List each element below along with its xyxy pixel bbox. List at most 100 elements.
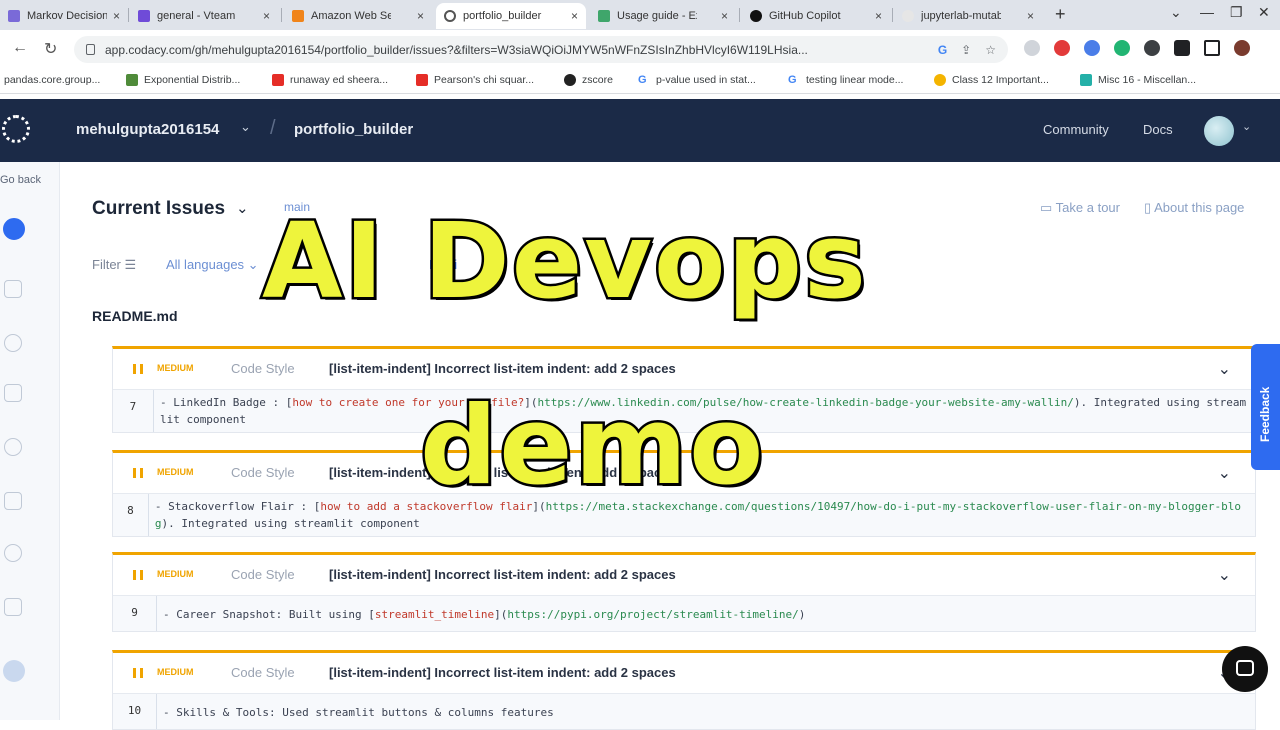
reload-icon[interactable]: ↻ — [44, 39, 57, 59]
bookmark-item[interactable]: Gtesting linear mode... — [788, 74, 903, 86]
bookmark-item[interactable]: Pearson's chi squar... — [416, 74, 534, 86]
breadcrumb-separator: / — [270, 117, 276, 139]
browser-tab[interactable]: general - Vteam × — [130, 3, 278, 29]
google-icon[interactable]: G — [938, 43, 947, 57]
chevron-down-icon[interactable]: ⌄ — [1218, 565, 1231, 585]
issue-card[interactable]: MEDIUM Code Style [list-item-indent] Inc… — [112, 650, 1256, 730]
close-icon[interactable]: × — [571, 9, 578, 23]
youtube-icon — [416, 74, 428, 86]
bookmark-item[interactable]: pandas.core.group... — [4, 74, 100, 86]
issue-card[interactable]: MEDIUM Code Style [list-item-indent] Inc… — [112, 552, 1256, 632]
globe-icon — [564, 74, 576, 86]
close-icon[interactable]: × — [113, 9, 120, 23]
bookmark-icon — [1080, 74, 1092, 86]
line-number: 8 — [113, 494, 149, 536]
bookmark-item[interactable]: Misc 16 - Miscellan... — [1080, 74, 1196, 86]
bookmark-item[interactable]: runaway ed sheera... — [272, 74, 388, 86]
chat-button[interactable] — [1222, 646, 1268, 692]
browser-tab[interactable]: Markov Decision × — [0, 3, 128, 29]
sidebar: Go back — [0, 162, 60, 720]
security-icon[interactable] — [4, 544, 22, 562]
sidepanel-icon[interactable] — [1204, 40, 1220, 56]
dashboard-icon[interactable] — [4, 280, 22, 298]
chevron-down-icon[interactable]: ⌄ — [1242, 120, 1251, 133]
issue-header[interactable]: MEDIUM Code Style [list-item-indent] Inc… — [113, 653, 1255, 693]
take-tour-link[interactable]: ▭ Take a tour — [1040, 200, 1120, 216]
issue-card[interactable]: MEDIUM Code Style [list-item-indent] Inc… — [112, 450, 1256, 537]
go-back-link[interactable]: Go back — [0, 174, 41, 186]
bookmark-item[interactable]: Exponential Distrib... — [126, 74, 240, 86]
community-link[interactable]: Community — [1043, 122, 1109, 137]
chevron-down-icon[interactable]: ⌄ — [1170, 4, 1182, 21]
browser-tab[interactable]: Usage guide - Ex × — [590, 3, 736, 29]
new-tab-button[interactable]: + — [1055, 4, 1066, 25]
branch-selector[interactable]: main — [284, 200, 310, 214]
minimize-icon[interactable]: — — [1200, 4, 1214, 20]
issue-message: [list-item-indent] Incorrect list-item i… — [329, 361, 676, 376]
issue-message: [list-item-indent] Incorrect list-item i… — [329, 465, 676, 480]
bookmark-item[interactable]: Gp-value used in stat... — [638, 74, 756, 86]
filter-button[interactable]: Filter ☰ — [92, 257, 136, 273]
line-number: 10 — [113, 694, 157, 729]
list-icon[interactable] — [4, 598, 22, 616]
codacy-logo-icon[interactable] — [2, 115, 30, 143]
bookmark-item[interactable]: zscore — [564, 74, 613, 86]
avatar[interactable] — [1204, 116, 1234, 146]
extensions-row — [1024, 40, 1250, 56]
info-icon[interactable] — [4, 438, 22, 456]
camera-icon[interactable] — [1024, 40, 1040, 56]
close-icon[interactable]: × — [1027, 9, 1034, 23]
browser-tab[interactable]: GitHub Copilot × — [742, 3, 890, 29]
severity-filter[interactable]: Medi — [429, 257, 457, 272]
chevron-down-icon[interactable]: ⌄ — [1218, 359, 1231, 379]
repo-name[interactable]: portfolio_builder — [294, 121, 413, 138]
code-snippet: 8 - Stackoverflow Flair : [how to add a … — [113, 493, 1255, 536]
settings-icon[interactable] — [3, 660, 25, 682]
files-icon[interactable] — [4, 384, 22, 402]
languages-filter[interactable]: All languages ⌄ — [166, 257, 259, 273]
back-icon[interactable]: ← — [12, 39, 28, 57]
chevron-down-icon[interactable]: ⌄ — [236, 199, 249, 217]
close-icon[interactable]: × — [875, 9, 882, 23]
extension-icon[interactable] — [1084, 40, 1100, 56]
browser-tab-active[interactable]: portfolio_builder × — [436, 3, 586, 29]
org-selector[interactable]: mehulgupta2016154 — [76, 121, 219, 138]
restore-icon[interactable]: ❐ — [1230, 4, 1243, 21]
close-icon[interactable]: × — [263, 9, 270, 23]
pull-requests-icon[interactable] — [4, 492, 22, 510]
about-page-link[interactable]: ▯ About this page — [1144, 200, 1244, 216]
close-icon[interactable]: × — [721, 9, 728, 23]
extension-icon[interactable] — [1114, 40, 1130, 56]
google-icon: G — [638, 74, 647, 86]
issue-message: [list-item-indent] Incorrect list-item i… — [329, 567, 676, 582]
profile-avatar[interactable] — [1234, 40, 1250, 56]
app-header: mehulgupta2016154 ⌄ / portfolio_builder … — [0, 99, 1280, 162]
star-icon[interactable]: ☆ — [985, 43, 996, 57]
page-title[interactable]: Current Issues — [92, 198, 225, 220]
chevron-down-icon[interactable]: ⌄ — [1218, 463, 1231, 483]
close-icon[interactable]: × — [417, 9, 424, 23]
issue-header[interactable]: MEDIUM Code Style [list-item-indent] Inc… — [113, 453, 1255, 493]
issue-card[interactable]: MEDIUM Code Style [list-item-indent] Inc… — [112, 346, 1256, 433]
bookmark-item[interactable]: Class 12 Important... — [934, 74, 1049, 86]
issue-header[interactable]: MEDIUM Code Style [list-item-indent] Inc… — [113, 555, 1255, 595]
puzzle-icon[interactable] — [1174, 40, 1190, 56]
category-label: Code Style — [231, 465, 295, 480]
feedback-button[interactable]: Feedback — [1251, 344, 1280, 470]
share-icon[interactable]: ⇪ — [961, 43, 971, 57]
url-bar[interactable]: app.codacy.com/gh/mehulgupta2016154/port… — [74, 36, 1008, 63]
extension-icon[interactable] — [1054, 40, 1070, 56]
issues-icon[interactable] — [3, 218, 25, 240]
commits-icon[interactable] — [4, 334, 22, 352]
code-snippet: 7 - LinkedIn Badge : [how to create one … — [113, 389, 1255, 432]
browser-tab[interactable]: jupyterlab-mutable × — [894, 3, 1042, 29]
docs-link[interactable]: Docs — [1143, 122, 1173, 137]
lock-icon — [86, 44, 95, 55]
file-name: README.md — [92, 308, 178, 324]
issue-header[interactable]: MEDIUM Code Style [list-item-indent] Inc… — [113, 349, 1255, 389]
severity-label: MEDIUM — [157, 363, 194, 373]
extension-icon[interactable] — [1144, 40, 1160, 56]
browser-tab[interactable]: Amazon Web Se × — [284, 3, 432, 29]
close-window-icon[interactable]: ✕ — [1258, 4, 1270, 21]
chevron-down-icon[interactable]: ⌄ — [240, 119, 251, 135]
